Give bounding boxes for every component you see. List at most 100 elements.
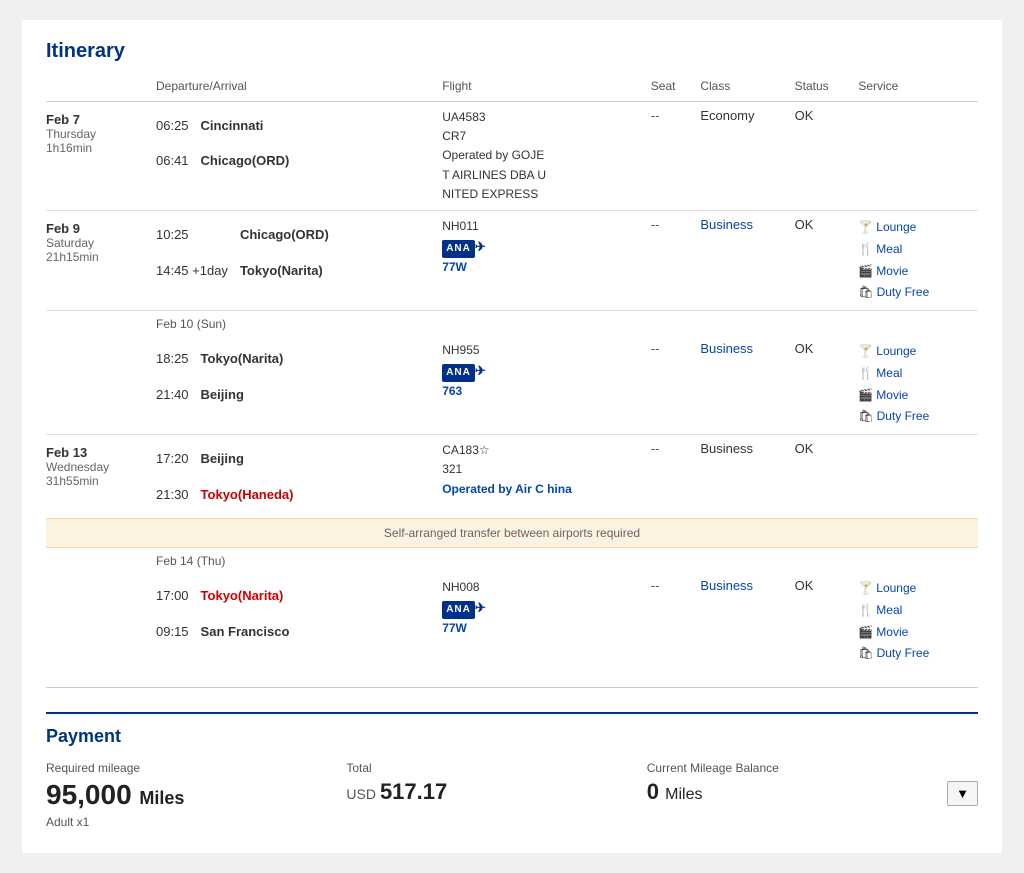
total-label: Total: [346, 761, 646, 775]
dep-city: Cincinnati: [201, 108, 298, 143]
date-cell: Feb 13 Wednesday 31h55min: [46, 435, 156, 518]
service-link-movie[interactable]: Movie: [876, 264, 908, 278]
sub-date-row: Feb 10 (Sun): [46, 311, 978, 335]
class-link[interactable]: Business: [700, 341, 753, 356]
col-date: [46, 75, 156, 102]
flight-number: UA4583: [442, 108, 643, 127]
flight-day: Saturday: [46, 236, 148, 250]
service-link-meal[interactable]: Meal: [876, 603, 902, 617]
service-link-meal[interactable]: Meal: [876, 366, 902, 380]
flight-operated-link[interactable]: Operated by Air C hina: [442, 482, 572, 496]
flight-duration: 31h55min: [46, 474, 148, 488]
dropdown-button[interactable]: ▼: [947, 781, 978, 806]
flight-line5: NITED EXPRESS: [442, 185, 643, 204]
flight-row: Feb 13 Wednesday 31h55min 17:20 Beijing …: [46, 435, 978, 518]
service-link-lounge[interactable]: Lounge: [876, 581, 916, 595]
class-cell: Business: [700, 335, 794, 434]
sub-date-label: Feb 14 (Thu): [46, 548, 978, 572]
arr-time: 14:45 +1day: [156, 253, 240, 288]
flight-line3: Operated by GOJE: [442, 146, 643, 165]
aircraft-link[interactable]: 77W: [442, 260, 467, 274]
service-item: 🍴Meal: [858, 239, 970, 261]
class-value: Economy: [700, 108, 754, 123]
itinerary-title: Itinerary: [46, 40, 978, 63]
service-item: 🍸Lounge: [858, 217, 970, 239]
arr-time: 21:40: [156, 377, 201, 412]
total-col: Total USD517.17: [346, 761, 646, 805]
aircraft-link[interactable]: 763: [442, 384, 462, 398]
service-link-duty-free[interactable]: Duty Free: [877, 285, 930, 299]
dep-time: 17:20: [156, 441, 201, 476]
dep-city: Tokyo(Narita): [201, 341, 292, 376]
payment-title: Payment: [46, 726, 978, 747]
service-item: 🛍 Duty Free: [858, 643, 970, 665]
flight-cell: NH008 ANA✈ 77W: [442, 572, 651, 670]
itinerary-table: Departure/Arrival Flight Seat Class Stat…: [46, 75, 978, 671]
section-divider: [46, 687, 978, 688]
flight-day: Wednesday: [46, 460, 148, 474]
balance-col: Current Mileage Balance 0 Miles: [647, 761, 947, 805]
date-cell: Feb 9 Saturday 21h15min: [46, 211, 156, 310]
flight-cell: NH955 ANA✈ 763: [442, 335, 651, 434]
service-icon: 🛍: [858, 409, 873, 423]
arr-city: Tokyo(Haneda): [201, 477, 302, 512]
flight-row: 18:25 Tokyo(Narita) 21:40 Beijing NH955 …: [46, 335, 978, 434]
service-link-duty-free[interactable]: Duty Free: [877, 409, 930, 423]
balance-value: 0 Miles: [647, 779, 947, 805]
dep-city: Beijing: [201, 441, 302, 476]
transfer-message: Self-arranged transfer between airports …: [46, 518, 978, 547]
seat-cell: --: [651, 335, 701, 434]
service-link-movie[interactable]: Movie: [876, 625, 908, 639]
required-mileage-label: Required mileage: [46, 761, 346, 775]
service-icon: 🍸: [858, 344, 873, 358]
flight-row: Feb 7 Thursday 1h16min 06:25 Cincinnati …: [46, 102, 978, 211]
service-link-lounge[interactable]: Lounge: [876, 344, 916, 358]
flight-duration: 1h16min: [46, 141, 148, 155]
status-cell: OK: [795, 335, 859, 434]
service-icon: 🍸: [858, 220, 873, 234]
flight-number: CA183☆: [442, 441, 643, 460]
service-icon: 🍴: [858, 603, 873, 617]
aircraft-link[interactable]: 77W: [442, 621, 467, 635]
flight-line2: 321: [442, 460, 643, 479]
flight-date: Feb 13: [46, 445, 148, 460]
seat-cell: --: [651, 435, 701, 518]
service-link-movie[interactable]: Movie: [876, 388, 908, 402]
class-link[interactable]: Business: [700, 578, 753, 593]
flight-number: NH955: [442, 341, 643, 360]
flight-date: Feb 7: [46, 112, 148, 127]
service-item: 🎬Movie: [858, 385, 970, 407]
service-icon: 🎬: [858, 625, 873, 639]
adult-label: Adult x1: [46, 815, 346, 829]
arr-time: 21:30: [156, 477, 201, 512]
service-icon: 🍸: [858, 581, 873, 595]
class-cell: Business: [700, 211, 794, 310]
seat-cell: --: [651, 102, 701, 211]
date-cell: Feb 7 Thursday 1h16min: [46, 102, 156, 211]
status-cell: OK: [795, 102, 859, 211]
flight-cell: NH011 ANA✈ 77W: [442, 211, 651, 310]
service-icon: 🛍: [858, 646, 873, 660]
flight-duration: 21h15min: [46, 250, 148, 264]
ana-logo: ANA: [442, 364, 475, 382]
service-icon: 🛍: [858, 285, 873, 299]
service-item: 🍸Lounge: [858, 578, 970, 600]
status-cell: OK: [795, 435, 859, 518]
ana-logo: ANA: [442, 240, 475, 258]
class-link[interactable]: Business: [700, 217, 753, 232]
total-amount: USD517.17: [346, 779, 646, 805]
flight-day: Thursday: [46, 127, 148, 141]
service-link-lounge[interactable]: Lounge: [876, 220, 916, 234]
arr-time: 06:41: [156, 143, 201, 178]
seat-cell: --: [651, 572, 701, 670]
service-icon: 🍴: [858, 366, 873, 380]
service-icon: 🎬: [858, 264, 873, 278]
date-cell: [46, 335, 156, 434]
service-link-duty-free[interactable]: Duty Free: [877, 646, 930, 660]
service-item: 🎬Movie: [858, 622, 970, 644]
departure-arrival-cell: 06:25 Cincinnati 06:41 Chicago(ORD): [156, 102, 442, 211]
service-link-meal[interactable]: Meal: [876, 242, 902, 256]
ana-logo: ANA: [442, 601, 475, 619]
arr-time: 09:15: [156, 614, 201, 649]
col-flight: Flight: [442, 75, 651, 102]
